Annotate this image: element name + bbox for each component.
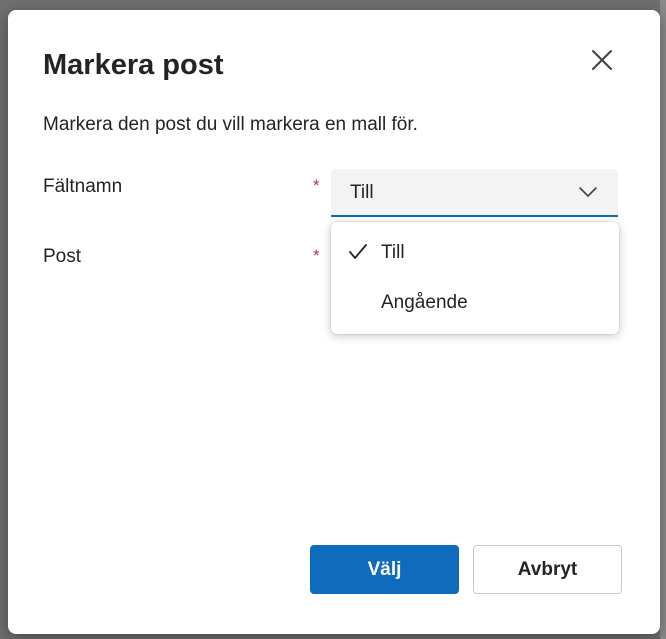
backdrop-right-edge bbox=[660, 0, 666, 639]
field-name-listbox: Till Angående bbox=[331, 222, 619, 334]
listbox-option-label: Angående bbox=[381, 292, 468, 313]
field-name-label: Fältnamn bbox=[43, 176, 123, 197]
listbox-option-angaende[interactable]: Angående bbox=[331, 280, 619, 326]
field-name-dropdown[interactable]: Till bbox=[331, 169, 618, 217]
chevron-down-icon bbox=[579, 187, 597, 197]
checkmark-icon bbox=[349, 244, 367, 259]
select-button[interactable]: Välj bbox=[310, 545, 459, 594]
post-label: Post bbox=[43, 246, 82, 267]
close-icon bbox=[592, 50, 612, 70]
field-name-required-mark: * bbox=[313, 176, 320, 195]
post-required-mark: * bbox=[313, 246, 320, 265]
dialog-title: Markera post bbox=[43, 49, 224, 81]
cancel-button[interactable]: Avbryt bbox=[473, 545, 622, 594]
close-button[interactable] bbox=[586, 44, 618, 76]
listbox-option-label: Till bbox=[381, 242, 405, 263]
dialog-description: Markera den post du vill markera en mall… bbox=[43, 114, 418, 135]
listbox-option-till[interactable]: Till bbox=[331, 230, 619, 276]
select-post-dialog: Markera post Markera den post du vill ma… bbox=[8, 10, 660, 634]
field-name-selected-value: Till bbox=[350, 182, 374, 203]
